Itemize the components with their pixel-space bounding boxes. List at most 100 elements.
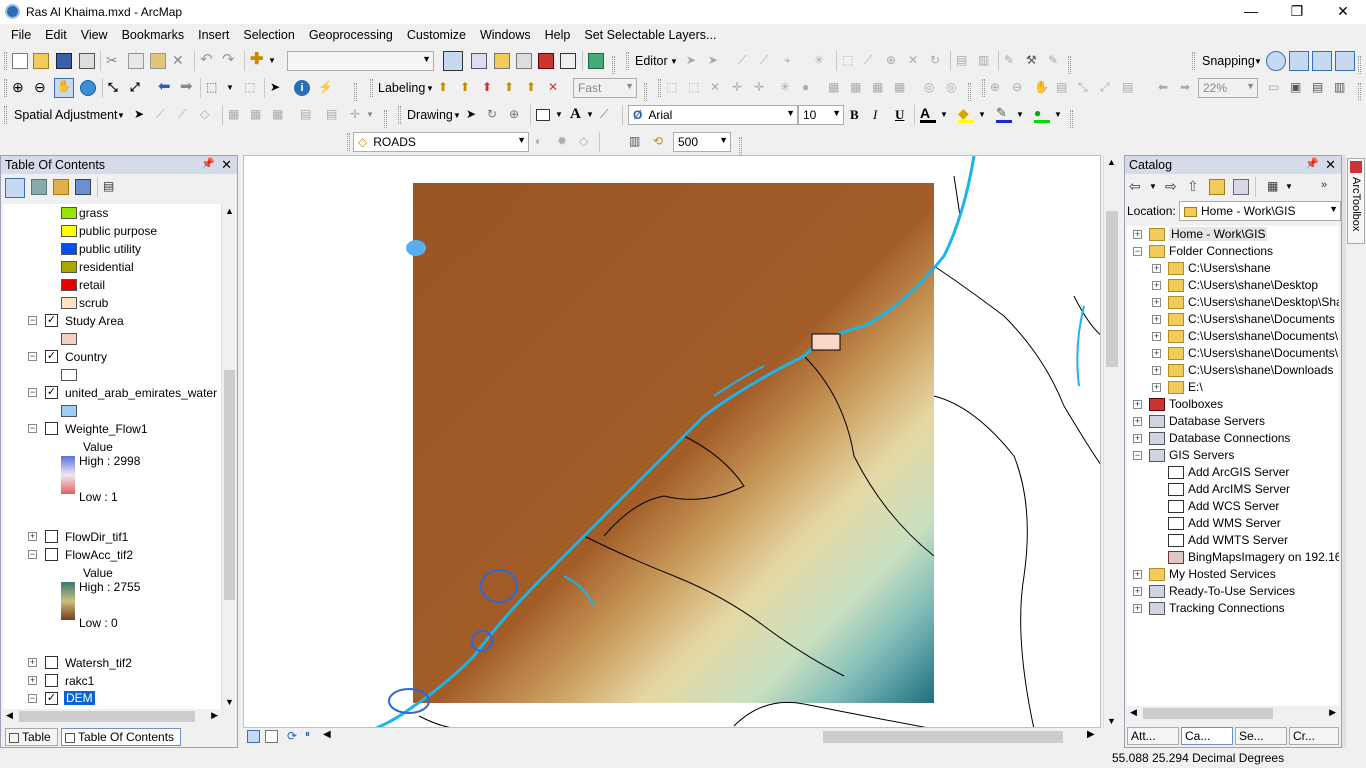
add-data-icon[interactable]: ✚ — [250, 52, 266, 69]
menu-file[interactable]: File — [4, 24, 38, 46]
font-size-dropdown[interactable]: 10 ▼ — [798, 105, 844, 125]
scroll-down-icon[interactable]: ▼ — [1107, 716, 1116, 726]
catalog-tree-label[interactable]: C:\Users\shane\Downloads — [1188, 363, 1333, 377]
layer-visibility-checkbox[interactable] — [45, 548, 58, 561]
catalog-tree-label[interactable]: GIS Servers — [1169, 448, 1234, 462]
layout-tool-2-icon[interactable]: ⊖ — [1012, 80, 1028, 96]
edit-tool-icon[interactable]: ➤ — [686, 53, 702, 69]
chevron-down-icon[interactable]: ▼ — [268, 53, 284, 69]
chevron-down-icon[interactable]: ▼ — [366, 107, 382, 123]
italic-button[interactable]: I — [873, 107, 889, 123]
layout-forward-icon[interactable]: ➡ — [1180, 80, 1196, 96]
endpoint-arc-icon[interactable]: ⟋ — [760, 53, 776, 69]
edit-vertices-2-icon[interactable]: ✎ — [1048, 53, 1064, 69]
georef-tool-7-icon[interactable]: ● — [802, 80, 818, 96]
point-snapping-icon[interactable] — [1266, 51, 1286, 71]
drawing-menu[interactable]: Drawing — [407, 108, 453, 122]
new-displacement-link-icon[interactable]: ⟋ — [156, 107, 172, 123]
georef-tool-5-icon[interactable]: ✛ — [754, 80, 770, 96]
end-snapping-icon[interactable] — [1289, 51, 1309, 71]
toolbar-gripper[interactable] — [1358, 56, 1361, 74]
georef-tool-9-icon[interactable]: ▦ — [850, 80, 866, 96]
scroll-up-icon[interactable]: ▲ — [1107, 157, 1116, 167]
trace-icon[interactable]: ⌖ — [784, 53, 800, 69]
view-link-table-icon[interactable]: ▦ — [228, 107, 244, 123]
expand-toggle[interactable]: + — [28, 676, 37, 685]
scroll-right-icon[interactable]: ▶ — [211, 710, 218, 721]
more-icon[interactable]: » — [1321, 179, 1337, 195]
catalog-tree-label[interactable]: Home - Work\GIS — [1169, 227, 1268, 241]
toc-horizontal-scrollbar[interactable]: ◀ ▶ — [3, 709, 221, 724]
edit-vertices-graphics-icon[interactable]: ⟋ — [600, 107, 616, 123]
catalog-tree-label[interactable]: Ready-To-Use Services — [1169, 584, 1295, 598]
layout-zoom-dropdown[interactable]: 22% ▼ — [1198, 78, 1258, 98]
arctoolbox-icon[interactable] — [538, 53, 554, 69]
cut-icon[interactable]: ✂ — [106, 53, 122, 69]
collapse-toggle[interactable]: − — [28, 388, 37, 397]
font-name-dropdown[interactable]: Ø Arial ▼ — [628, 105, 798, 125]
georef-tool-12-icon[interactable]: ◎ — [924, 80, 940, 96]
label-manager-icon[interactable]: ⬆ — [438, 80, 454, 96]
georef-tool-4-icon[interactable]: ✛ — [732, 80, 748, 96]
layer-name[interactable]: FlowDir_tif1 — [65, 530, 128, 544]
layer-name[interactable]: Weighte_Flow1 — [65, 422, 148, 436]
toc-window-icon[interactable] — [471, 53, 487, 69]
toolbar-gripper[interactable] — [644, 83, 647, 101]
map-display[interactable] — [243, 155, 1101, 728]
collapse-toggle[interactable]: − — [28, 352, 37, 361]
up-one-level-icon[interactable]: ⇧ — [1187, 179, 1203, 195]
layer-visibility-checkbox[interactable] — [45, 530, 58, 543]
close-icon[interactable]: ✕ — [1325, 157, 1336, 173]
refresh-icon[interactable]: ⟳ — [287, 729, 303, 745]
zoom-to-graphics-icon[interactable]: ⊕ — [509, 107, 525, 123]
catalog-tree-label[interactable]: Add WMS Server — [1188, 516, 1281, 530]
catalog-tree-label[interactable]: Add ArcIMS Server — [1188, 482, 1290, 496]
layer-visibility-checkbox[interactable] — [45, 422, 58, 435]
connect-folder-icon[interactable] — [1233, 179, 1249, 195]
line-color-icon[interactable]: ✎ — [996, 106, 1012, 123]
georef-tool-1-icon[interactable]: ⬚ — [666, 80, 682, 96]
map-vertical-scrollbar[interactable]: ▲ ▼ — [1103, 155, 1119, 728]
change-layout-icon[interactable]: ▤ — [1312, 80, 1328, 96]
tab-attributes[interactable]: Att... — [1127, 727, 1179, 745]
bold-button[interactable]: B — [850, 107, 866, 123]
edit-annotation-icon[interactable]: ➤ — [708, 53, 724, 69]
sketch-properties-icon[interactable]: ▥ — [978, 53, 994, 69]
data-driven-pages-icon[interactable]: ▥ — [1334, 80, 1350, 96]
select-elements-2-icon[interactable]: ➤ — [134, 107, 150, 123]
zoom-out-icon[interactable]: ⊖ — [34, 80, 50, 96]
collapse-toggle[interactable]: − — [28, 550, 37, 559]
expand-toggle[interactable]: + — [1133, 604, 1142, 613]
layout-back-icon[interactable]: ⬅ — [1158, 80, 1174, 96]
views-icon[interactable]: ▦ — [1267, 179, 1283, 195]
list-by-selection-icon[interactable] — [75, 179, 91, 195]
toolbar-gripper[interactable] — [1192, 52, 1195, 70]
chevron-down-icon[interactable]: ▼ — [555, 107, 571, 123]
layer-name[interactable]: united_arab_emirates_water — [65, 386, 217, 400]
tab-table-of-contents[interactable]: Table Of Contents — [61, 728, 181, 746]
expand-toggle[interactable]: + — [1133, 400, 1142, 409]
layer-visibility-checkbox[interactable]: ✓ — [45, 314, 58, 327]
expand-toggle[interactable]: + — [1152, 298, 1161, 307]
scrollbar-thumb[interactable] — [1143, 708, 1273, 719]
georef-tool-11-icon[interactable]: ▦ — [894, 80, 910, 96]
catalog-tree-label[interactable]: C:\Users\shane\Documents\ — [1188, 346, 1338, 360]
scroll-right-icon[interactable]: ▶ — [1087, 729, 1103, 745]
layer-name[interactable]: Country — [65, 350, 107, 364]
undo-icon[interactable]: ↶ — [200, 52, 216, 69]
arctoolbox-side-tab[interactable]: ArcToolbox — [1347, 158, 1365, 244]
toolbar-gripper[interactable] — [4, 52, 7, 70]
layout-tool-6-icon[interactable]: ⤢ — [1100, 80, 1116, 96]
location-dropdown[interactable]: Home - Work\GIS ▼ — [1179, 201, 1341, 221]
layer-visibility-checkbox[interactable]: ✓ — [45, 350, 58, 363]
python-window-icon[interactable] — [560, 53, 576, 69]
layer-name[interactable]: Study Area — [65, 314, 124, 328]
rotate-icon[interactable]: ↻ — [930, 53, 946, 69]
toc-options-icon[interactable]: ▤ — [103, 179, 119, 195]
identify-icon[interactable]: i — [294, 80, 310, 96]
print-icon[interactable] — [79, 53, 95, 69]
catalog-tree-label[interactable]: Add WCS Server — [1188, 499, 1279, 513]
split-icon[interactable]: ✕ — [908, 53, 924, 69]
layer-name[interactable]: FlowAcc_tif2 — [65, 548, 133, 562]
layer-visibility-checkbox[interactable] — [45, 674, 58, 687]
